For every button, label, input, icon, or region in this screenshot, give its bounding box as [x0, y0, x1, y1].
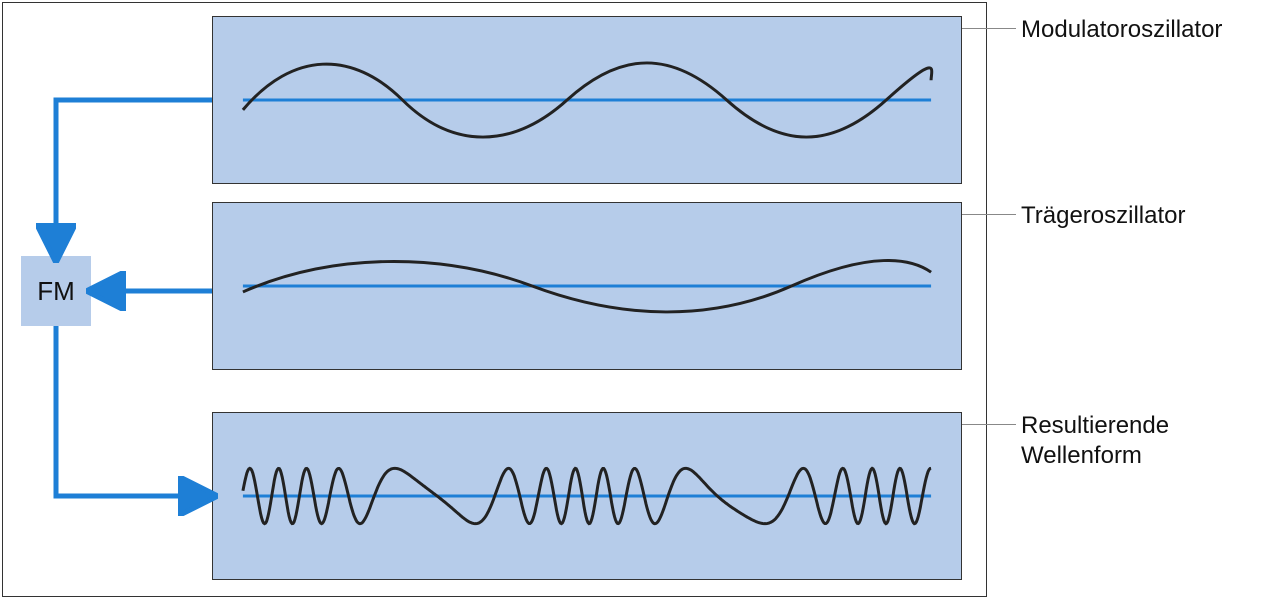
arrow-modulator-to-fm — [56, 100, 212, 253]
result-wave — [213, 413, 961, 579]
callout-result: Resultierende Wellenform — [1021, 411, 1261, 471]
fm-label: FM — [37, 276, 75, 307]
carrier-wave — [213, 203, 961, 369]
modulator-panel — [212, 16, 962, 184]
modulator-wave — [213, 17, 961, 183]
callout-line-modulator — [962, 28, 1016, 29]
fm-node: FM — [21, 256, 91, 326]
callout-modulator: Modulatoroszillator — [1021, 15, 1222, 45]
callout-carrier: Trägeroszillator — [1021, 201, 1186, 231]
callout-line-carrier — [962, 214, 1016, 215]
arrow-fm-to-result — [56, 326, 208, 496]
result-panel — [212, 412, 962, 580]
callout-line-result — [962, 424, 1016, 425]
carrier-panel — [212, 202, 962, 370]
diagram-frame: FM — [2, 2, 987, 597]
